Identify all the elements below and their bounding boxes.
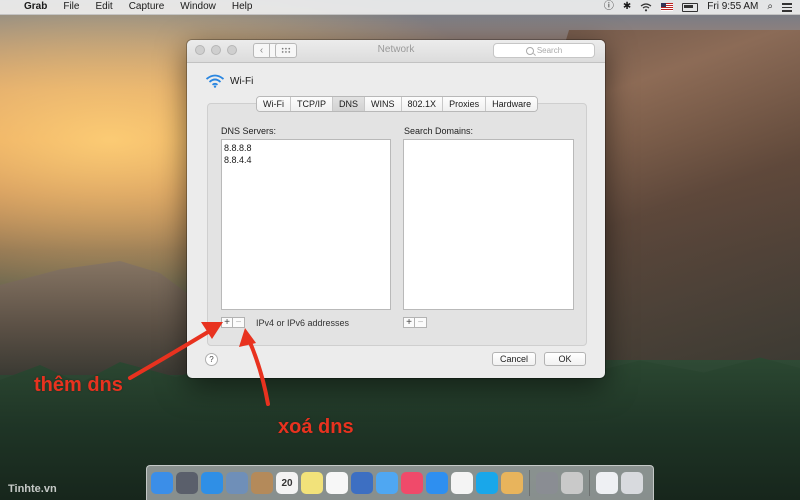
trash-icon[interactable] xyxy=(621,472,643,494)
tab-tcp-ip[interactable]: TCP/IP xyxy=(290,97,333,111)
notes-icon[interactable] xyxy=(301,472,323,494)
dock-separator xyxy=(589,470,590,496)
launchpad-icon[interactable] xyxy=(176,472,198,494)
reminders-icon[interactable] xyxy=(326,472,348,494)
tab-8021x[interactable]: 802.1X xyxy=(400,97,443,111)
annotation-remove-dns: xoá dns xyxy=(278,416,354,438)
messages-icon[interactable] xyxy=(376,472,398,494)
finder-icon[interactable] xyxy=(151,472,173,494)
remove-dns-arrow xyxy=(247,338,270,406)
tab-dns[interactable]: DNS xyxy=(332,97,365,111)
dock: 20 xyxy=(146,465,654,500)
watermark: Tinhte.vn xyxy=(8,483,57,495)
calendar-icon[interactable]: 20 xyxy=(276,472,298,494)
documents-stack-icon[interactable] xyxy=(596,472,618,494)
tab-bar: Wi-Fi TCP/IP DNS WINS 802.1X Proxies Har… xyxy=(256,96,539,112)
add-dns-arrow xyxy=(128,327,215,380)
app-store-icon[interactable] xyxy=(426,472,448,494)
calendar-day: 20 xyxy=(281,477,293,489)
tab-wins[interactable]: WINS xyxy=(364,97,401,111)
contacts-icon[interactable] xyxy=(251,472,273,494)
photos-icon[interactable] xyxy=(451,472,473,494)
dock-separator xyxy=(529,470,530,496)
tab-proxies[interactable]: Proxies xyxy=(442,97,486,111)
safari-icon[interactable] xyxy=(201,472,223,494)
skype-icon[interactable] xyxy=(476,472,498,494)
annotation-add-dns: thêm dns xyxy=(34,374,123,396)
keynote-icon[interactable] xyxy=(351,472,373,494)
system-preferences-icon[interactable] xyxy=(536,472,558,494)
terminal-icon[interactable] xyxy=(561,472,583,494)
preview-icon[interactable] xyxy=(226,472,248,494)
remove-dns-arrowhead xyxy=(239,328,256,347)
tab-hardware[interactable]: Hardware xyxy=(485,97,538,111)
itunes-icon[interactable] xyxy=(401,472,423,494)
annotation-arrows xyxy=(128,322,270,406)
grab-icon[interactable] xyxy=(501,472,523,494)
tab-wifi[interactable]: Wi-Fi xyxy=(257,97,290,111)
